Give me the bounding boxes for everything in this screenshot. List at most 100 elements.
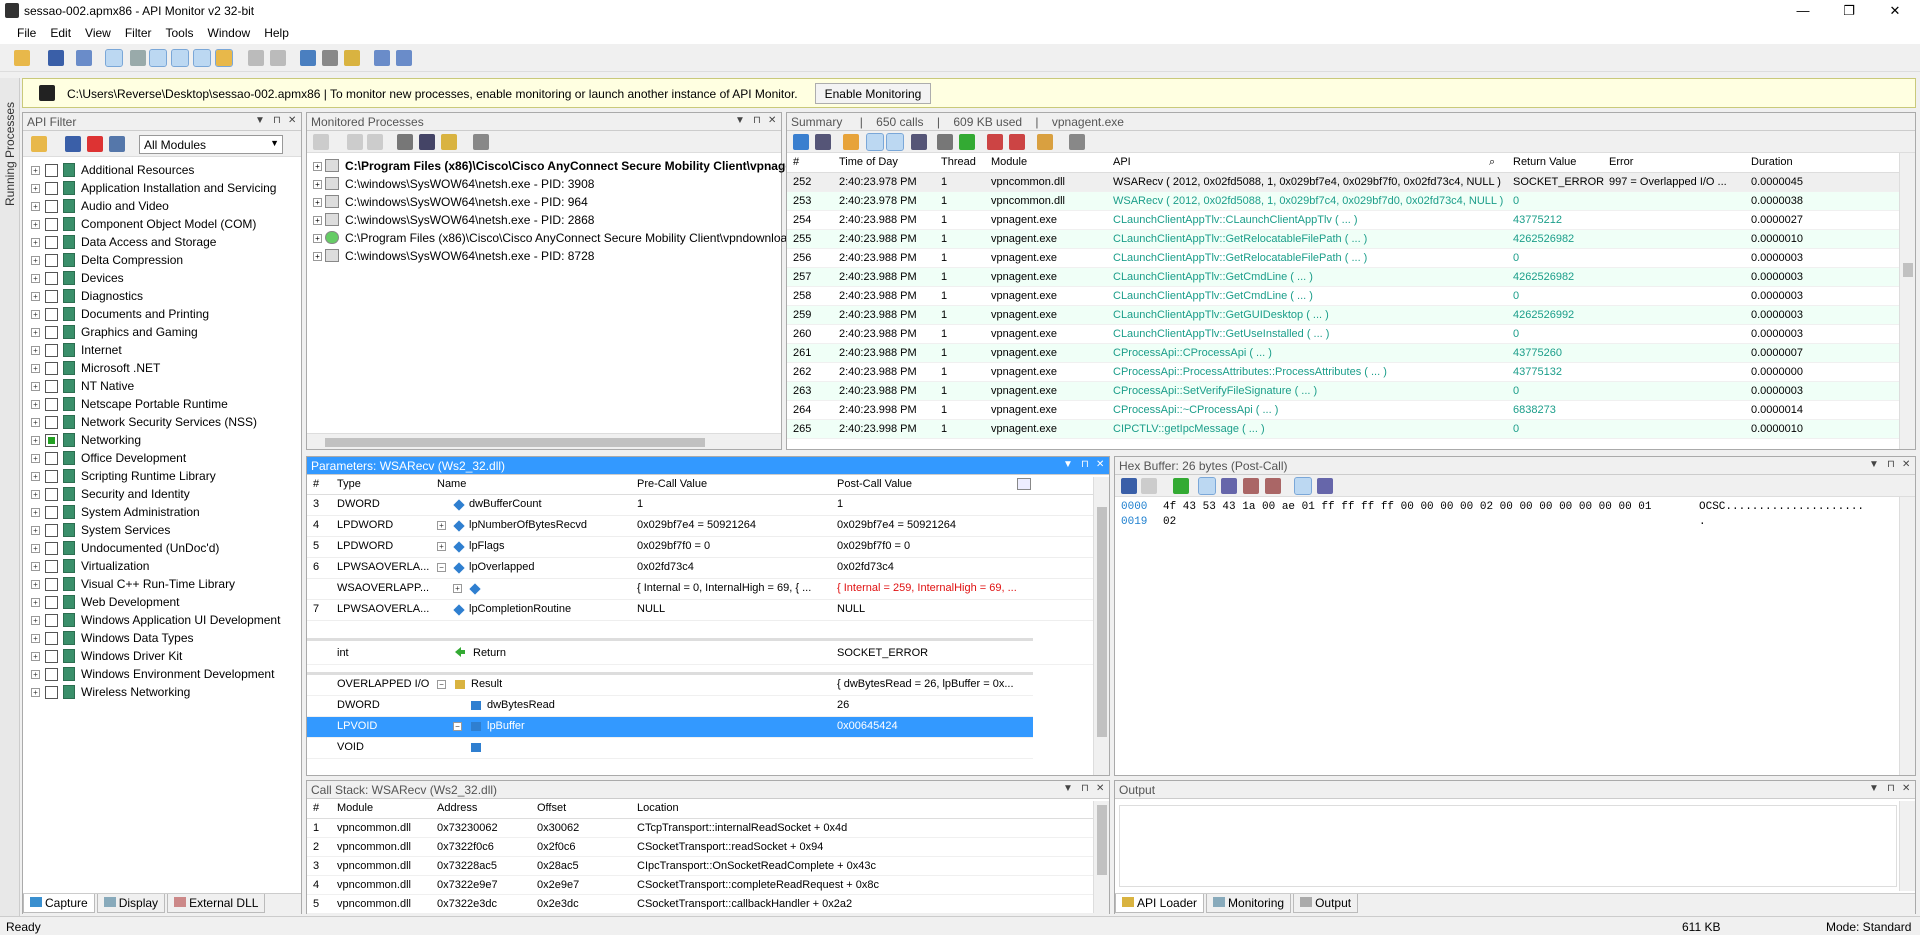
expand-icon[interactable]: + <box>31 364 40 373</box>
tree-view-icon[interactable] <box>866 133 884 151</box>
close-icon[interactable]: ✕ <box>1902 783 1910 794</box>
parameter-row[interactable]: 5 LPDWORD + lpFlags 0x029bf7f0 = 0 0x029bf7f0… <box>307 537 1109 558</box>
layout-icon[interactable] <box>149 49 167 67</box>
col-duration[interactable]: Duration <box>1751 156 1793 168</box>
callstack-vscroll[interactable] <box>1093 801 1109 913</box>
save-buffer-icon[interactable] <box>1121 478 1137 494</box>
window-icon[interactable] <box>193 49 211 67</box>
copy-icon[interactable] <box>76 50 92 66</box>
byte-8-icon[interactable] <box>1265 478 1281 494</box>
filter-checkbox[interactable] <box>45 182 58 195</box>
filter-checkbox[interactable] <box>45 470 58 483</box>
pin-icon[interactable]: ⊓ <box>273 115 281 126</box>
filter-icon[interactable] <box>886 133 904 151</box>
filter-checkbox[interactable] <box>45 272 58 285</box>
filter-item[interactable]: + Devices <box>23 269 301 287</box>
tab-external-dll[interactable]: External DLL <box>167 894 266 913</box>
expand-icon[interactable]: + <box>31 202 40 211</box>
summary-row[interactable]: 255 2:40:23.988 PM 1 vpnagent.exe CLaunchCli… <box>787 230 1915 249</box>
output-vscroll[interactable] <box>1899 801 1915 891</box>
expand-icon[interactable]: + <box>31 544 40 553</box>
hex-line[interactable]: 0000 4f 43 53 43 1a 00 ae 01 ff ff ff ff … <box>1121 501 1915 516</box>
menu-filter[interactable]: Filter <box>118 22 159 40</box>
expand-icon[interactable]: + <box>313 216 322 225</box>
filter-item[interactable]: + NT Native <box>23 377 301 395</box>
panel-menu-icon[interactable]: ▼ <box>735 115 745 126</box>
filter-item[interactable]: + Scripting Runtime Library <box>23 467 301 485</box>
expand-icon[interactable]: + <box>31 346 40 355</box>
expand-icon[interactable]: + <box>31 238 40 247</box>
expand-icon[interactable]: + <box>313 252 322 261</box>
filter-checkbox[interactable] <box>45 614 58 627</box>
expand-icon[interactable]: + <box>31 220 40 229</box>
vscroll-thumb[interactable] <box>1903 263 1913 277</box>
col-cs-number[interactable]: # <box>313 802 319 814</box>
return-row[interactable]: int Return SOCKET_ERROR <box>307 641 1109 665</box>
expand-icon[interactable]: + <box>31 526 40 535</box>
help-icon[interactable] <box>396 50 412 66</box>
filter-item[interactable]: + Documents and Printing <box>23 305 301 323</box>
vscroll-thumb[interactable] <box>1097 805 1107 875</box>
close-icon[interactable]: ✕ <box>1902 459 1910 470</box>
settings-icon[interactable] <box>270 50 286 66</box>
close-icon[interactable]: ✕ <box>288 115 296 126</box>
expand-icon[interactable]: + <box>31 418 40 427</box>
expand-icon[interactable]: + <box>31 670 40 679</box>
call-stack-row[interactable]: 2 vpncommon.dll 0x7322f0c6 0x2f0c6 CSocketTr… <box>307 838 1109 857</box>
menu-help[interactable]: Help <box>257 22 296 40</box>
pin-icon[interactable]: ⊓ <box>1887 459 1895 470</box>
result-row[interactable]: DWORD dwBytesRead 26 <box>307 696 1033 717</box>
filter-checkbox[interactable] <box>45 560 58 573</box>
filter-checkbox[interactable] <box>45 650 58 663</box>
summary-row[interactable]: 256 2:40:23.988 PM 1 vpnagent.exe CLaunchCli… <box>787 249 1915 268</box>
filter-checkbox[interactable] <box>45 578 58 591</box>
expand-icon[interactable]: − <box>437 680 446 689</box>
filter-checkbox[interactable] <box>45 596 58 609</box>
parameter-row[interactable]: 6 LPWSAOVERLA... − lpOverlapped 0x02fd73c4 0x… <box>307 558 1109 579</box>
expand-icon[interactable]: + <box>31 292 40 301</box>
col-module[interactable]: Module <box>991 156 1027 168</box>
expand-icon[interactable]: + <box>31 490 40 499</box>
filter-item[interactable]: + Netscape Portable Runtime <box>23 395 301 413</box>
expand-icon[interactable]: + <box>313 198 322 207</box>
print-icon[interactable] <box>130 50 146 66</box>
expand-icon[interactable]: + <box>437 521 446 530</box>
filter-checkbox[interactable] <box>45 398 58 411</box>
menu-window[interactable]: Window <box>201 22 258 40</box>
save-filter-icon[interactable] <box>65 136 81 152</box>
filter-item[interactable]: + Windows Data Types <box>23 629 301 647</box>
filter-checkbox[interactable] <box>45 254 58 267</box>
expand-icon[interactable]: + <box>313 180 322 189</box>
running-processes-tab[interactable]: Running Processes <box>0 78 20 916</box>
close-button[interactable]: ✕ <box>1872 0 1918 22</box>
filter-checkbox[interactable] <box>45 668 58 681</box>
folder-icon[interactable] <box>215 49 233 67</box>
process-item[interactable]: + C:\windows\SysWOW64\netsh.exe - PID: 96… <box>307 193 781 211</box>
expand-icon[interactable]: + <box>31 274 40 283</box>
trash-icon[interactable] <box>473 134 489 150</box>
menu-tools[interactable]: Tools <box>159 22 201 40</box>
col-cs-location[interactable]: Location <box>637 802 679 814</box>
filter-checkbox[interactable] <box>45 434 58 447</box>
filter-item[interactable]: + System Services <box>23 521 301 539</box>
expand-icon[interactable]: + <box>437 542 446 551</box>
filter-item[interactable]: + Graphics and Gaming <box>23 323 301 341</box>
delete-icon[interactable] <box>1009 134 1025 150</box>
filter-checkbox[interactable] <box>45 542 58 555</box>
summary-row[interactable]: 260 2:40:23.988 PM 1 vpnagent.exe CLaunchCli… <box>787 325 1915 344</box>
log-icon[interactable] <box>248 50 264 66</box>
pause-icon[interactable] <box>367 134 383 150</box>
filter-checkbox[interactable] <box>45 452 58 465</box>
filter-item[interactable]: + Virtualization <box>23 557 301 575</box>
close-icon[interactable]: ✕ <box>1096 459 1104 470</box>
col-param-number[interactable]: # <box>313 478 319 490</box>
summary-row[interactable]: 259 2:40:23.988 PM 1 vpnagent.exe CLaunchCli… <box>787 306 1915 325</box>
process-item[interactable]: + C:\windows\SysWOW64\netsh.exe - PID: 39… <box>307 175 781 193</box>
expand-icon[interactable]: + <box>31 382 40 391</box>
filter-checkbox[interactable] <box>45 236 58 249</box>
filter-item[interactable]: + Additional Resources <box>23 161 301 179</box>
big-endian-icon[interactable] <box>1317 478 1333 494</box>
expand-icon[interactable]: + <box>31 652 40 661</box>
filter-item[interactable]: + Audio and Video <box>23 197 301 215</box>
filter-item[interactable]: + Windows Application UI Development <box>23 611 301 629</box>
